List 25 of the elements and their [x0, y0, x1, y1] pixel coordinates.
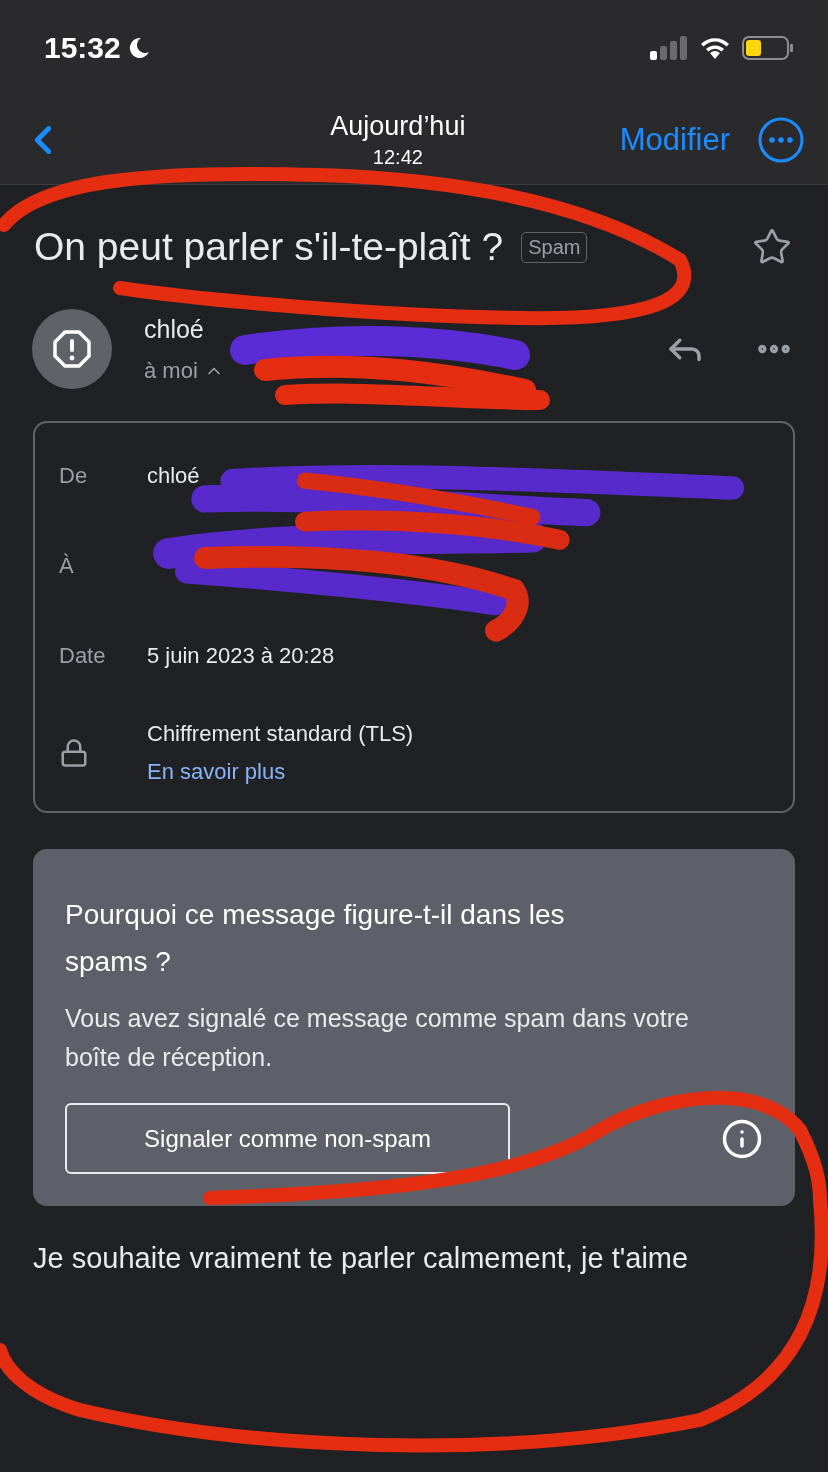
- lock-icon: [59, 738, 89, 768]
- nav-subtitle: 12:42: [372, 145, 423, 169]
- not-spam-button[interactable]: Signaler comme non-spam: [65, 1103, 510, 1174]
- sender-name: chloé: [144, 314, 205, 344]
- nav-title: Aujourd’hui: [330, 110, 466, 142]
- spam-label: Spam: [521, 231, 588, 263]
- detail-label: À: [59, 553, 75, 579]
- battery-icon: [742, 34, 794, 61]
- subject-title: On peut parler s'il-te-plaît ?: [34, 225, 504, 269]
- more-icon[interactable]: [758, 116, 804, 163]
- notice-text: Vous avez signalé ce message comme spam dans votre boîte de réception.: [65, 1003, 690, 1073]
- edit-link[interactable]: Modifier: [619, 121, 730, 158]
- info-icon[interactable]: [721, 1117, 763, 1160]
- learn-more-link[interactable]: En savoir plus: [147, 759, 414, 785]
- message-body: Je souhaite vraiment te parler calmement, je t'aime: [33, 1242, 690, 1275]
- recipient-toggle[interactable]: à moi: [144, 357, 224, 384]
- signal-icon: [650, 35, 688, 60]
- wifi-icon: [700, 35, 730, 60]
- encryption-text: Chiffrement standard (TLS): [147, 721, 414, 747]
- detail-value: 5 juin 2023 à 20:28: [147, 643, 335, 669]
- detail-value: chloé: [147, 463, 200, 489]
- detail-label: De: [59, 463, 89, 489]
- notice-title: Pourquoi ce message figure-t-il dans les spams ?: [65, 898, 566, 979]
- status-time: 15:32: [44, 30, 121, 65]
- detail-label: Date: [59, 643, 107, 669]
